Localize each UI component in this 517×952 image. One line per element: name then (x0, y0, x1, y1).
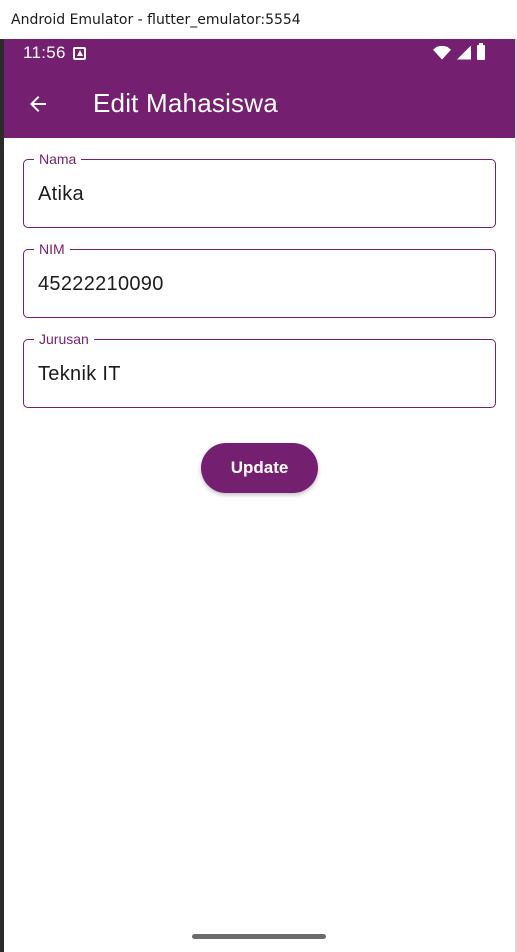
nim-input[interactable] (38, 270, 478, 298)
jurusan-field[interactable]: Jurusan (23, 330, 496, 408)
nama-input[interactable] (38, 180, 478, 208)
home-indicator[interactable] (192, 934, 326, 939)
nim-field[interactable]: NIM (23, 240, 496, 318)
nama-field[interactable]: Nama (23, 150, 496, 228)
notification-icon (73, 47, 86, 60)
arrow-left-icon (30, 96, 46, 112)
update-button[interactable]: Update (201, 443, 318, 493)
device-screen: 11:56 Edit Mahasiswa Nama NIM Jurusan Up… (4, 39, 515, 952)
nim-label: NIM (34, 240, 70, 258)
battery-icon (477, 43, 485, 60)
window-title: Android Emulator - flutter_emulator:5554 (11, 11, 301, 28)
app-bar: Edit Mahasiswa (4, 69, 515, 138)
signal-icon (457, 45, 471, 60)
status-icons (433, 43, 485, 60)
nama-label: Nama (34, 150, 82, 168)
window-titlebar: Android Emulator - flutter_emulator:5554 (0, 0, 517, 39)
jurusan-label: Jurusan (34, 330, 94, 348)
jurusan-input[interactable] (38, 360, 478, 388)
page-title: Edit Mahasiswa (93, 88, 278, 118)
wifi-icon (433, 45, 451, 60)
status-bar: 11:56 (4, 39, 515, 69)
status-time: 11:56 (23, 43, 66, 62)
back-button[interactable] (20, 86, 56, 122)
